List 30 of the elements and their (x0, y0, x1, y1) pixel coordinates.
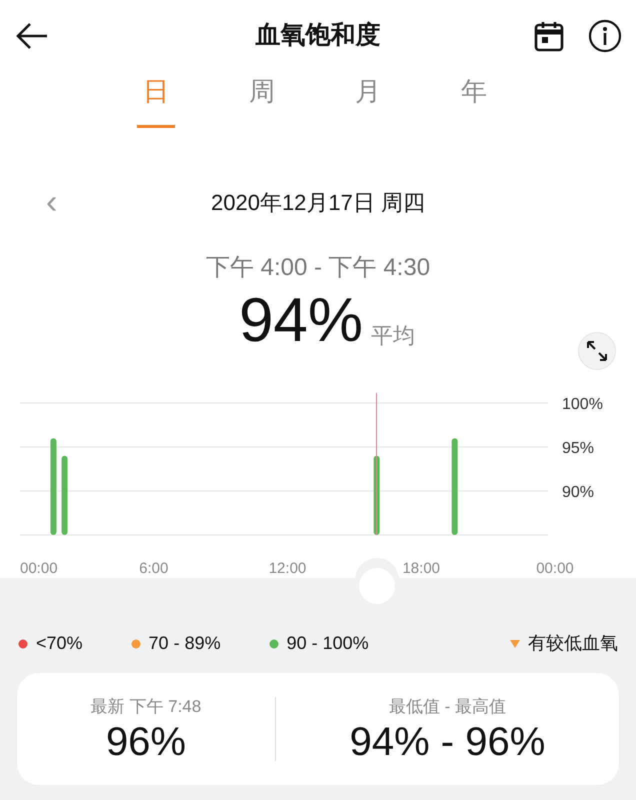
x-axis-label: 6:00 (139, 560, 168, 577)
x-axis-label: 00:00 (20, 560, 58, 577)
page-title: 血氧饱和度 (256, 20, 380, 52)
y-axis-label: 100% (562, 396, 603, 413)
expand-icon[interactable] (578, 332, 616, 370)
previous-day-button[interactable]: ‹ (40, 184, 64, 220)
time-range: 下午 4:00 - 下午 4:30 (206, 253, 430, 283)
stat-value: 94% - 96% (348, 720, 546, 764)
back-button[interactable] (14, 21, 50, 51)
y-axis-label: 90% (562, 484, 594, 501)
tab[interactable]: 周 (243, 72, 281, 128)
calendar-icon[interactable] (534, 20, 564, 52)
stat-label: 最低值 - 最高值 (388, 696, 508, 718)
tab[interactable]: 日 (137, 72, 175, 128)
legend-label: 90 - 100% (286, 632, 369, 655)
legend-label: 有较低血氧 (528, 632, 618, 655)
legend-label: 70 - 89% (148, 632, 221, 655)
stat-label: 最新 下午 7:48 (90, 696, 202, 718)
legend-label: <70% (36, 632, 83, 655)
x-axis-label: 18:00 (402, 560, 440, 577)
stat-value: 96% (104, 720, 187, 764)
date-label: 2020年12月17日 周四 (211, 188, 425, 216)
x-axis-label: 12:00 (268, 560, 306, 577)
tab[interactable]: 月 (349, 72, 387, 128)
y-axis-label: 95% (562, 440, 594, 457)
average-value: 94% (238, 290, 364, 352)
tab[interactable]: 年 (455, 72, 493, 128)
info-icon[interactable] (588, 19, 622, 53)
x-axis-label: 00:00 (536, 560, 574, 577)
average-label: 平均 (371, 322, 416, 350)
